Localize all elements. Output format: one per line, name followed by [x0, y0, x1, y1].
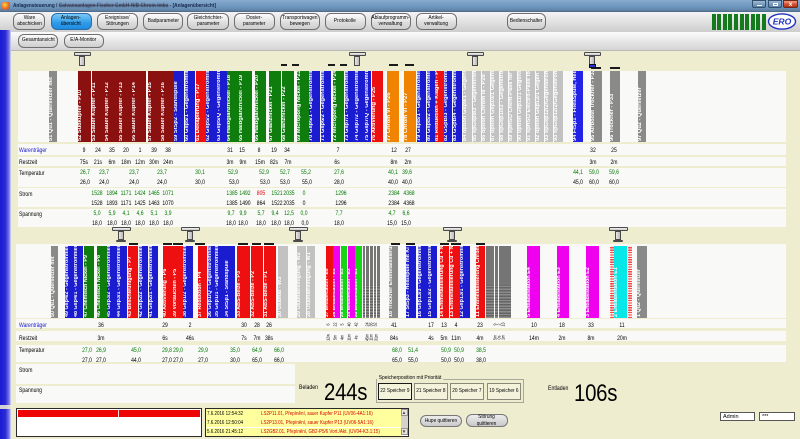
svg-text:ERO: ERO — [773, 16, 792, 26]
